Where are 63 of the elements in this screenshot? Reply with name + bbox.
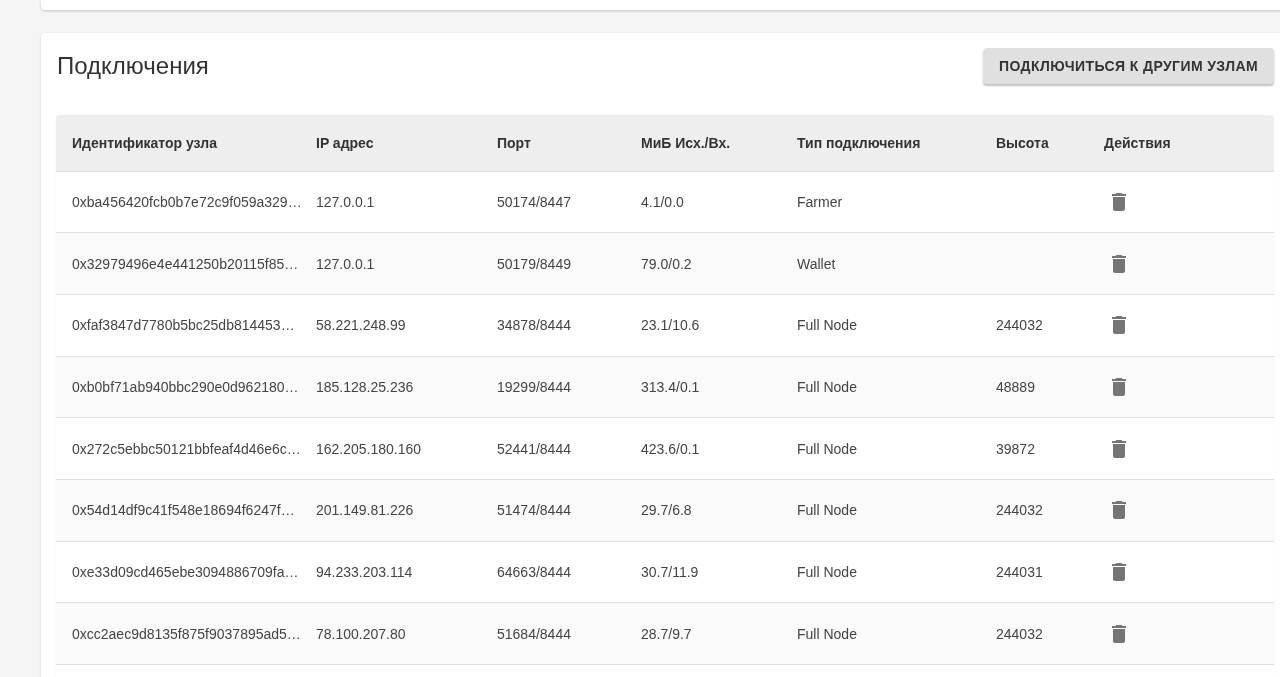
table-cell: 423.6/0.1: [641, 440, 700, 457]
table-cell: 0xb0bf71ab940bbc290e0d962180…: [72, 378, 299, 395]
table-cell: 51474/8444: [497, 502, 571, 519]
table-cell: 4.1/0.0: [641, 193, 684, 210]
column-header: Тип подключения: [797, 134, 921, 151]
table-cell: Full Node: [797, 502, 857, 519]
table-cell: 64663/8444: [497, 563, 571, 580]
table-cell: 0xfaf3847d7780b5bc25db814453…: [72, 317, 295, 334]
table-cell: Farmer: [797, 193, 843, 210]
connect-button[interactable]: ПОДКЛЮЧИТЬСЯ К ДРУГИМ УЗЛАМ: [983, 48, 1274, 84]
table-cell: 162.205.180.160: [316, 440, 422, 457]
table-cell: 185.128.25.236: [316, 378, 414, 395]
table-cell: 79.0/0.2: [641, 255, 692, 272]
table-cell: 19299/8444: [497, 378, 571, 395]
column-header: Действия: [1104, 134, 1171, 151]
trash-icon: [1112, 439, 1126, 458]
table-cell: 52441/8444: [497, 440, 571, 457]
column-header: МиБ Исх./Вх.: [641, 134, 731, 151]
column-header: Высота: [996, 134, 1049, 151]
column-header: Идентификатор узла: [72, 134, 218, 151]
table-cell: 244032: [996, 502, 1043, 519]
table-cell: 48889: [996, 378, 1035, 395]
table-cell: 28.7/9.7: [641, 625, 692, 642]
table-cell: 244032: [996, 317, 1043, 334]
table-cell: Full Node: [797, 378, 857, 395]
table-cell: 127.0.0.1: [316, 193, 375, 210]
table-cell: 201.149.81.226: [316, 502, 414, 519]
table-cell: 78.100.207.80: [316, 625, 406, 642]
table-cell: 0x32979496e4e441250b20115f85…: [72, 255, 299, 272]
column-header: IP адрес: [316, 134, 374, 151]
table-cell: 244031: [996, 563, 1043, 580]
table-cell: 58.221.248.99: [316, 317, 406, 334]
trash-icon: [1112, 254, 1126, 273]
table-cell: 30.7/11.9: [641, 563, 699, 580]
table-cell: 39872: [996, 440, 1035, 457]
table-cell: Full Node: [797, 317, 857, 334]
trash-icon: [1112, 377, 1126, 396]
table-cell: 50179/8449: [497, 255, 571, 272]
table-cell: Full Node: [797, 563, 857, 580]
table-cell: 313.4/0.1: [641, 378, 700, 395]
trash-icon: [1112, 501, 1126, 520]
table-cell: 0x54d14df9c41f548e18694f6247f…: [72, 502, 295, 519]
table-cell: 34878/8444: [497, 317, 571, 334]
table-cell: 0xba456420fcb0b7e72c9f059a329…: [72, 193, 302, 210]
table-cell: 0xcc2aec9d8135f875f9037895ad5…: [72, 625, 301, 642]
table-cell: 29.7/6.8: [641, 502, 692, 519]
table-cell: 23.1/10.6: [641, 317, 700, 334]
table-cell: 0x272c5ebbc50121bbfeaf4d46e6c…: [72, 440, 301, 457]
table-cell: 0xe33d09cd465ebe3094886709fa…: [72, 563, 299, 580]
table-cell: Full Node: [797, 625, 857, 642]
table-cell: 127.0.0.1: [316, 255, 375, 272]
trash-icon: [1112, 316, 1126, 335]
table-cell: Wallet: [797, 255, 836, 272]
table-cell: Full Node: [797, 440, 857, 457]
column-header: Порт: [497, 134, 531, 151]
table-cell: 51684/8444: [497, 625, 571, 642]
trash-icon: [1112, 562, 1126, 581]
table-cell: 50174/8447: [497, 193, 571, 210]
section-title: Подключения: [57, 51, 209, 81]
trash-icon: [1112, 624, 1126, 643]
table-cell: 94.233.203.114: [316, 563, 413, 580]
trash-icon: [1112, 192, 1126, 211]
table-cell: 244032: [996, 625, 1043, 642]
